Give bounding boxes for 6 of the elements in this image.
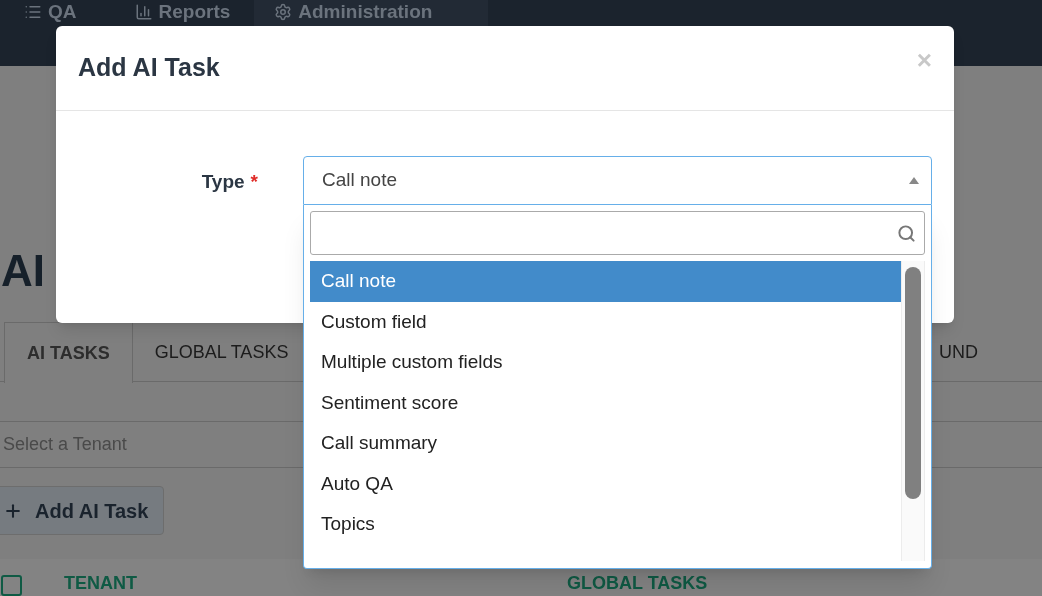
modal-title: Add AI Task — [78, 52, 220, 84]
field-label: Type — [201, 170, 245, 194]
required-mark: * — [250, 170, 258, 194]
column-header: TENANT — [64, 572, 138, 595]
column-header: GLOBAL TASKS — [567, 572, 708, 595]
page-title: AI — [1, 246, 45, 296]
